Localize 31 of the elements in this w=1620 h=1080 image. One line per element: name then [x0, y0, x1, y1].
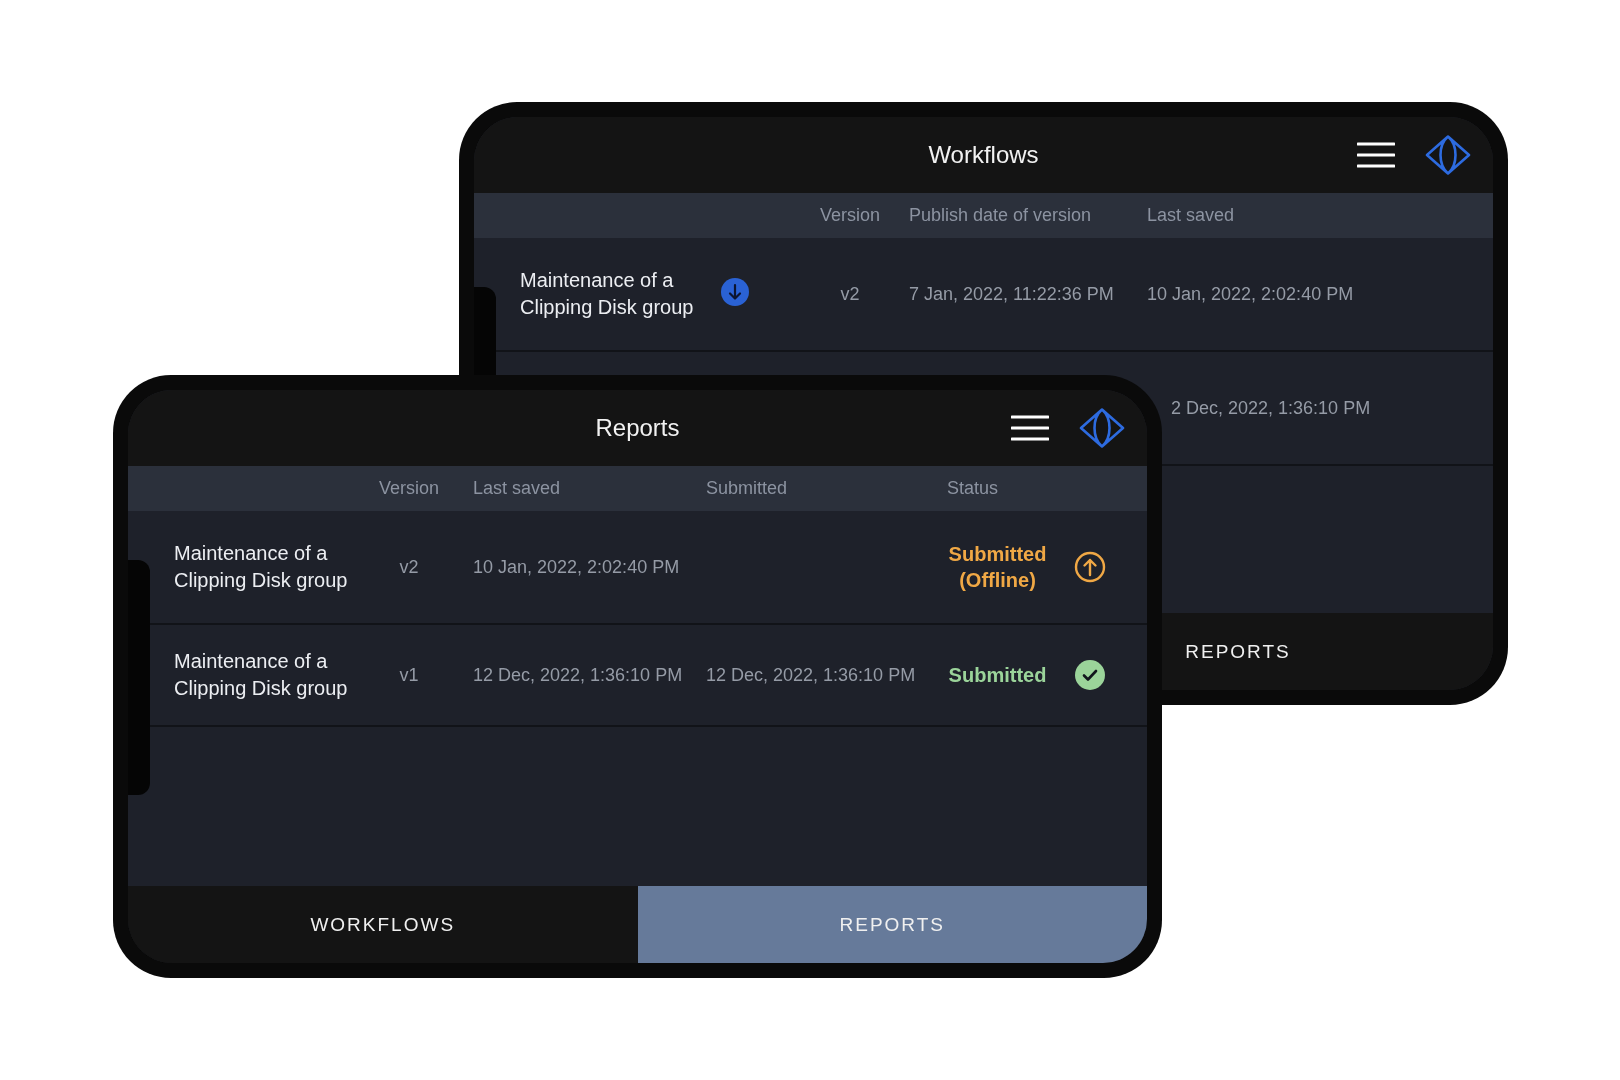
publish-date: 7 Jan, 2022, 11:22:36 PM [909, 283, 1114, 304]
status-label: Submitted (Offline) [947, 542, 1048, 593]
diamond-logo-icon [1079, 408, 1125, 448]
menu-icon[interactable] [1011, 415, 1049, 441]
workflow-name: Maintenance of a Clipping Disk group [520, 269, 694, 318]
tab[interactable]: REPORTS [637, 886, 1147, 963]
last-saved-date: 10 Jan, 2022, 2:02:40 PM [1147, 283, 1354, 304]
last-saved-date: 10 Jan, 2022, 2:02:40 PM [473, 556, 680, 577]
menu-icon[interactable] [1357, 142, 1395, 168]
screen-title: Reports [595, 414, 680, 442]
column-header: Submitted [706, 478, 789, 499]
version-cell: v1 [399, 664, 419, 685]
column-header: Publish date of version [908, 205, 1093, 226]
column-header: Version [377, 478, 440, 499]
version-cell: v2 [399, 556, 419, 577]
column-header: Status [946, 478, 1000, 499]
download-icon[interactable] [720, 277, 750, 307]
check-icon [1074, 659, 1106, 691]
diamond-logo-icon [1425, 135, 1471, 175]
screen-title: Workflows [928, 141, 1039, 169]
submitted-date: 12 Dec, 2022, 1:36:10 PM [706, 664, 916, 685]
column-header: Last saved [472, 478, 562, 499]
last-saved-date: 12 Dec, 2022, 1:36:10 PM [473, 664, 683, 685]
column-header: Last saved [1147, 205, 1236, 226]
status-label: Submitted [947, 663, 1048, 688]
report-name: Maintenance of a Clipping Disk group [174, 649, 349, 701]
column-header: Version [818, 205, 881, 226]
version-cell: v2 [840, 283, 860, 304]
last-saved-date: 2 Dec, 2022, 1:36:10 PM [1171, 397, 1371, 418]
report-name: Maintenance of a Clipping Disk group [174, 541, 349, 593]
upload-icon[interactable] [1074, 551, 1106, 583]
